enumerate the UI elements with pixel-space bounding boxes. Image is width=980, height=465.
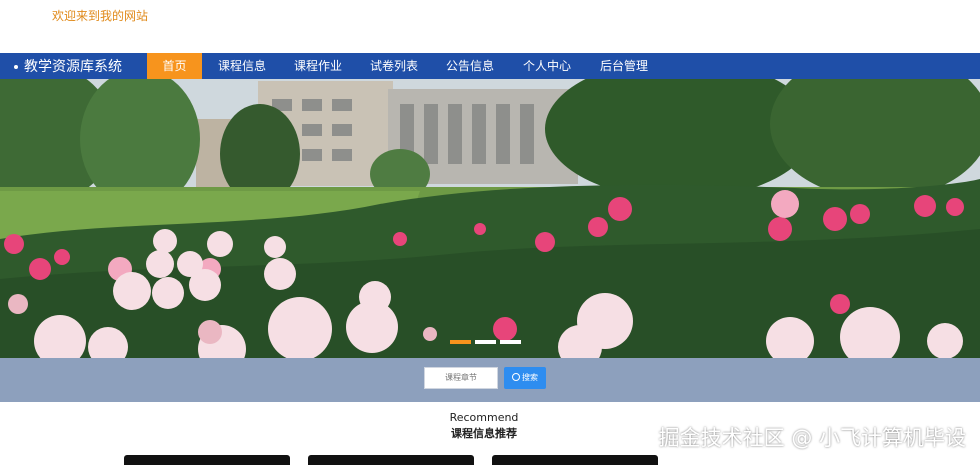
top-nav: 教学资源库系统 首页 课程信息 课程作业 试卷列表 公告信息 个人中心 后台管理 [0,53,980,79]
nav-item-admin[interactable]: 后台管理 [592,53,656,79]
site-brand[interactable]: 教学资源库系统 [14,56,122,76]
search-input[interactable]: 课程章节 [424,367,498,389]
nav-item-exams[interactable]: 试卷列表 [362,53,426,79]
nav-item-notices[interactable]: 公告信息 [438,53,502,79]
course-card[interactable] [492,455,658,465]
course-card[interactable] [308,455,474,465]
welcome-text: 欢迎来到我的网站 [52,9,149,23]
nav-item-courses[interactable]: 课程信息 [210,53,274,79]
nav-item-home[interactable]: 首页 [147,53,202,79]
hero-carousel[interactable] [0,79,980,358]
watermark-text: 掘金技术社区 @ 小飞计算机毕设 [658,426,966,450]
search-button-label: 搜索 [522,373,538,382]
search-icon [512,373,520,381]
nav-item-profile[interactable]: 个人中心 [515,53,579,79]
carousel-dot[interactable] [475,340,496,344]
hero-image [0,79,980,358]
carousel-dot[interactable] [500,340,521,344]
nav-item-homework[interactable]: 课程作业 [286,53,350,79]
brand-label: 教学资源库系统 [24,59,122,75]
carousel-dot[interactable] [450,340,471,344]
brand-dot-icon [14,65,18,69]
search-button[interactable]: 搜索 [504,367,546,389]
course-card[interactable] [124,455,290,465]
carousel-indicators [450,340,521,344]
